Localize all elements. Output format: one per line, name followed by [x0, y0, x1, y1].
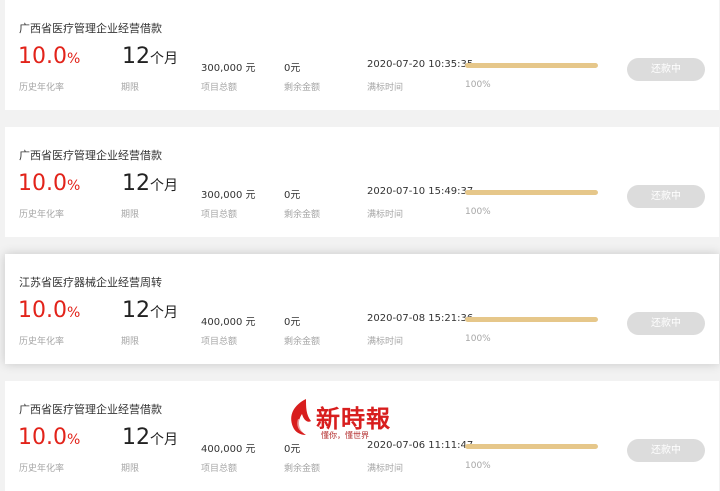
repaying-button[interactable]: 还款中 — [627, 58, 705, 81]
progress-fill — [465, 190, 598, 195]
annual-rate-value: 10.0% — [18, 300, 80, 322]
rate-number: 10.0 — [18, 171, 67, 196]
annual-rate-label: 历史年化率 — [19, 337, 65, 347]
rate-number: 10.0 — [18, 298, 67, 323]
remaining-amount-label: 剩余金额 — [284, 464, 321, 474]
annual-rate-label: 历史年化率 — [19, 464, 65, 474]
term-unit: 个月 — [150, 178, 178, 194]
term-unit: 个月 — [150, 432, 178, 448]
annual-rate-value: 10.0% — [18, 46, 80, 68]
total-amount-label: 项目总额 — [201, 337, 238, 347]
term-value: 12个月 — [122, 46, 178, 68]
rate-unit: % — [66, 51, 81, 67]
progress-fill — [465, 317, 598, 322]
total-amount-value: 400,000 元 — [201, 317, 256, 328]
full-time-value: 2020-07-06 11:11:47 — [367, 440, 474, 451]
progress-fill — [465, 63, 598, 68]
remaining-amount-value: 0元 — [284, 317, 301, 328]
term-number: 12 — [122, 44, 150, 69]
repaying-button[interactable]: 还款中 — [627, 312, 705, 335]
total-amount-value: 300,000 元 — [201, 190, 256, 201]
term-label: 期限 — [121, 337, 140, 347]
progress-percent: 100% — [465, 461, 491, 471]
remaining-amount-label: 剩余金额 — [284, 337, 321, 347]
repaying-button[interactable]: 还款中 — [627, 185, 705, 208]
loan-list: 广西省医疗管理企业经营借款 10.0% 12个月 300,000 元 0元 20… — [0, 0, 720, 491]
annual-rate-label: 历史年化率 — [19, 83, 65, 93]
full-time-value: 2020-07-10 15:49:37 — [367, 186, 474, 197]
term-value: 12个月 — [122, 173, 178, 195]
rate-number: 10.0 — [18, 44, 67, 69]
annual-rate-value: 10.0% — [18, 427, 80, 449]
total-amount-label: 项目总额 — [201, 210, 238, 220]
progress-percent: 100% — [465, 334, 491, 344]
rate-number: 10.0 — [18, 425, 67, 450]
total-amount-value: 300,000 元 — [201, 63, 256, 74]
term-value: 12个月 — [122, 427, 178, 449]
total-amount-value: 400,000 元 — [201, 444, 256, 455]
progress-percent: 100% — [465, 80, 491, 90]
remaining-amount-value: 0元 — [284, 190, 301, 201]
annual-rate-value: 10.0% — [18, 173, 80, 195]
total-amount-label: 项目总额 — [201, 464, 238, 474]
term-label: 期限 — [121, 210, 140, 220]
remaining-amount-label: 剩余金额 — [284, 210, 321, 220]
progress-percent: 100% — [465, 207, 491, 217]
term-unit: 个月 — [150, 305, 178, 321]
remaining-amount-value: 0元 — [284, 444, 301, 455]
rate-unit: % — [66, 305, 81, 321]
progress-bar — [465, 63, 598, 68]
repaying-button[interactable]: 还款中 — [627, 439, 705, 462]
term-number: 12 — [122, 425, 150, 450]
loan-card[interactable]: 广西省医疗管理企业经营借款 10.0% 12个月 300,000 元 0元 20… — [5, 127, 719, 237]
loan-card[interactable]: 广西省医疗管理企业经营借款 10.0% 12个月 300,000 元 0元 20… — [5, 0, 719, 110]
term-unit: 个月 — [150, 51, 178, 67]
loan-card[interactable]: 广西省医疗管理企业经营借款 10.0% 12个月 400,000 元 0元 20… — [5, 381, 719, 491]
progress-bar — [465, 317, 598, 322]
term-value: 12个月 — [122, 300, 178, 322]
rate-unit: % — [66, 178, 81, 194]
rate-unit: % — [66, 432, 81, 448]
loan-title[interactable]: 广西省医疗管理企业经营借款 — [19, 147, 162, 163]
loan-title[interactable]: 广西省医疗管理企业经营借款 — [19, 20, 162, 36]
loan-title[interactable]: 江苏省医疗器械企业经营周转 — [19, 274, 162, 290]
loan-card[interactable]: 江苏省医疗器械企业经营周转 10.0% 12个月 400,000 元 0元 20… — [5, 254, 719, 364]
progress-bar — [465, 190, 598, 195]
term-number: 12 — [122, 298, 150, 323]
progress-fill — [465, 444, 598, 449]
term-label: 期限 — [121, 464, 140, 474]
remaining-amount-label: 剩余金额 — [284, 83, 321, 93]
remaining-amount-value: 0元 — [284, 63, 301, 74]
annual-rate-label: 历史年化率 — [19, 210, 65, 220]
full-time-label: 满标时间 — [367, 337, 404, 347]
full-time-label: 满标时间 — [367, 83, 404, 93]
total-amount-label: 项目总额 — [201, 83, 238, 93]
full-time-label: 满标时间 — [367, 210, 404, 220]
progress-bar — [465, 444, 598, 449]
full-time-label: 满标时间 — [367, 464, 404, 474]
full-time-value: 2020-07-08 15:21:36 — [367, 313, 474, 324]
term-label: 期限 — [121, 83, 140, 93]
loan-title[interactable]: 广西省医疗管理企业经营借款 — [19, 401, 162, 417]
term-number: 12 — [122, 171, 150, 196]
full-time-value: 2020-07-20 10:35:35 — [367, 59, 474, 70]
